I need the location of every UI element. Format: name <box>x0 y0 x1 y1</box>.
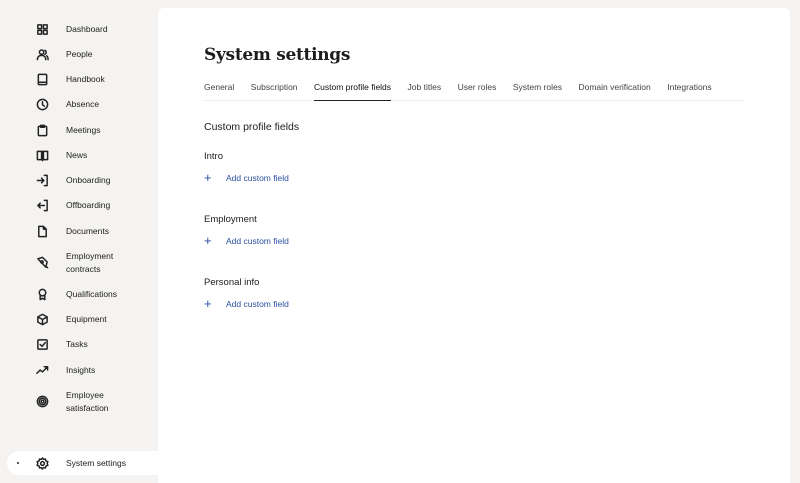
active-indicator <box>17 462 19 464</box>
open-book-icon <box>35 148 49 162</box>
trend-icon <box>35 363 49 377</box>
add-custom-field-button[interactable]: + Add custom field <box>204 296 289 311</box>
box-icon <box>35 312 49 326</box>
add-custom-field-button[interactable]: + Add custom field <box>204 233 289 248</box>
checkbox-icon <box>35 337 49 351</box>
sidebar-item-equipment[interactable]: Equipment <box>7 313 158 325</box>
sidebar-item-label: System settings <box>66 457 126 468</box>
book-icon <box>35 72 49 86</box>
tab-bar: General Subscription Custom profile fields… <box>204 82 744 101</box>
document-icon <box>35 224 49 238</box>
sidebar-item-dashboard[interactable]: Dashboard <box>7 23 158 35</box>
sidebar: Dashboard People Handbook Absence Meetings Ne… <box>0 0 158 483</box>
sidebar-item-label: Employee satisfaction <box>66 390 109 413</box>
sidebar-item-label: Absence <box>66 98 100 109</box>
add-custom-field-button[interactable]: + Add custom field <box>204 170 289 185</box>
sidebar-item-label: Qualifications <box>66 288 118 299</box>
sidebar-item-employee-satisfaction[interactable]: Employee satisfaction <box>7 389 158 414</box>
sidebar-item-label: People <box>66 48 93 59</box>
sidebar-item-news[interactable]: News <box>7 149 158 161</box>
sidebar-item-system-settings[interactable]: System settings <box>7 451 158 475</box>
plus-icon: + <box>204 233 212 248</box>
sidebar-item-handbook[interactable]: Handbook <box>7 73 158 85</box>
sidebar-item-label: Employment contracts <box>66 251 114 274</box>
main-panel: System settings General Subscription Custo… <box>158 8 790 483</box>
pen-icon <box>35 256 49 270</box>
sign-out-icon <box>35 198 49 212</box>
sidebar-item-absence[interactable]: Absence <box>7 98 158 110</box>
clock-icon <box>35 97 49 111</box>
tab-user-roles[interactable]: User roles <box>458 82 497 101</box>
target-icon <box>35 395 49 409</box>
plus-icon: + <box>204 170 212 185</box>
sidebar-item-label: Tasks <box>66 338 88 349</box>
sidebar-item-label: Meetings <box>66 124 101 135</box>
sidebar-item-label: Offboarding <box>66 199 111 210</box>
add-custom-field-label: Add custom field <box>226 299 289 309</box>
award-icon <box>35 287 49 301</box>
sidebar-item-label: Onboarding <box>66 174 111 185</box>
grid-icon <box>35 22 49 36</box>
sidebar-item-label: Equipment <box>66 313 107 324</box>
sidebar-item-label: Insights <box>66 364 96 375</box>
sidebar-item-insights[interactable]: Insights <box>7 364 158 376</box>
group-title: Personal info <box>204 277 260 288</box>
add-custom-field-label: Add custom field <box>226 173 289 183</box>
add-custom-field-label: Add custom field <box>226 236 289 246</box>
sidebar-item-tasks[interactable]: Tasks <box>7 338 158 350</box>
plus-icon: + <box>204 296 212 311</box>
tab-integrations[interactable]: Integrations <box>667 82 711 101</box>
sidebar-item-employment-contracts[interactable]: Employment contracts <box>7 250 158 275</box>
page-title: System settings <box>204 45 351 65</box>
people-icon <box>35 47 49 61</box>
tab-system-roles[interactable]: System roles <box>513 82 562 101</box>
group-title: Intro <box>204 151 224 162</box>
sidebar-item-meetings[interactable]: Meetings <box>7 124 158 136</box>
sidebar-item-documents[interactable]: Documents <box>7 225 158 237</box>
group-title: Employment <box>204 214 257 225</box>
tab-job-titles[interactable]: Job titles <box>408 82 442 101</box>
sidebar-item-onboarding[interactable]: Onboarding <box>7 174 158 186</box>
sign-in-icon <box>35 173 49 187</box>
sidebar-item-people[interactable]: People <box>7 48 158 60</box>
sidebar-item-label: News <box>66 149 88 160</box>
section-title: Custom profile fields <box>204 121 300 133</box>
sidebar-item-label: Documents <box>66 225 109 236</box>
sidebar-item-label: Handbook <box>66 73 105 84</box>
tab-domain-verification[interactable]: Domain verification <box>578 82 650 101</box>
tab-custom-profile-fields[interactable]: Custom profile fields <box>314 82 392 101</box>
tab-subscription[interactable]: Subscription <box>251 82 298 101</box>
sidebar-item-offboarding[interactable]: Offboarding <box>7 199 158 211</box>
clipboard-icon <box>35 123 49 137</box>
tab-general[interactable]: General <box>204 82 234 101</box>
sidebar-item-label: Dashboard <box>66 23 108 34</box>
sidebar-item-qualifications[interactable]: Qualifications <box>7 288 158 300</box>
gear-icon <box>35 456 49 470</box>
